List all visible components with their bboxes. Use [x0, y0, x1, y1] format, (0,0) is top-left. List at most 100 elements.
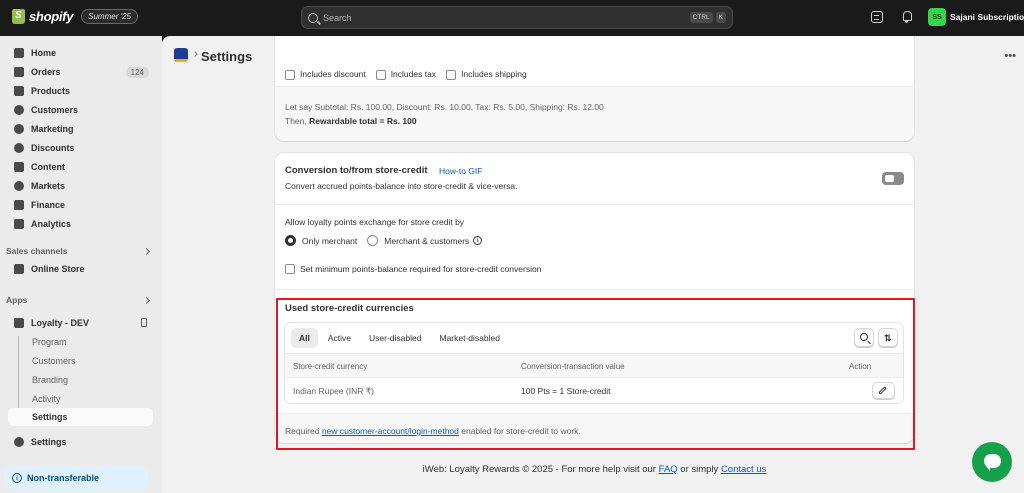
checkbox-label: Includes tax: [390, 69, 437, 79]
sidebar-subitem-branding[interactable]: Branding: [8, 371, 153, 389]
loyalty-app-icon: [14, 318, 24, 328]
sidebar-item-label: Marketing: [31, 124, 74, 134]
content-icon: [14, 162, 24, 172]
pin-icon[interactable]: [141, 318, 147, 327]
checkbox[interactable]: [375, 69, 386, 80]
finance-icon: [14, 200, 24, 210]
info-icon: i: [12, 473, 22, 483]
sidebar-subitem-program[interactable]: Program: [8, 333, 153, 351]
radio-label-merchant-customers: Merchant & customers: [384, 235, 470, 246]
sidebar-item-products[interactable]: Products: [8, 82, 153, 100]
sidebar-item-orders[interactable]: Orders 124: [8, 63, 153, 81]
bell-icon[interactable]: [901, 11, 913, 23]
example-line: Let say Subtotal: Rs. 100.00, Discount: …: [285, 102, 604, 112]
markets-icon: [14, 181, 24, 191]
sidebar-item-markets[interactable]: Markets: [8, 177, 153, 195]
more-actions-icon[interactable]: •••: [1004, 50, 1016, 62]
search-icon: [308, 12, 318, 23]
chevron-right-icon[interactable]: [142, 247, 151, 256]
page-title: Settings: [201, 49, 253, 64]
min-balance-checkbox[interactable]: [285, 264, 295, 274]
sidebar-subitem-settings[interactable]: Settings: [8, 408, 153, 426]
apps-label: Apps: [6, 295, 28, 305]
contact-us-link[interactable]: Contact us: [721, 464, 766, 475]
orders-icon: [14, 67, 24, 77]
rewardable-total: Rewardable total = Rs. 100: [309, 116, 417, 126]
shopify-logo[interactable]: shopify Summer '25: [12, 9, 138, 24]
info-icon[interactable]: i: [473, 236, 483, 245]
customers-icon: [14, 105, 24, 115]
includes-discount-option[interactable]: Includes discount: [285, 69, 366, 80]
marketing-icon: [14, 124, 24, 134]
shopify-bag-icon: [12, 9, 25, 24]
radio-merchant-customers[interactable]: [367, 235, 379, 246]
avatar: SS: [928, 8, 946, 26]
highlight-box: [276, 298, 915, 450]
sidebar-item-label: Loyalty - DEV: [31, 318, 90, 328]
sidebar-item-loyalty-dev[interactable]: Loyalty - DEV: [8, 314, 153, 332]
sidebar-item-label: Discounts: [31, 143, 75, 153]
top-bar: shopify Summer '25 CTRL K SS Sajani Subs…: [0, 0, 1024, 36]
sidebar-item-label: Settings: [31, 437, 67, 447]
sidebar-item-home[interactable]: Home: [8, 44, 153, 62]
shortcut-ctrl-key: CTRL: [689, 12, 713, 23]
sidebar-item-settings[interactable]: Settings: [8, 433, 153, 451]
checkbox[interactable]: [446, 69, 457, 80]
orders-count-badge: 124: [125, 66, 149, 78]
chevron-right-icon[interactable]: [142, 296, 151, 305]
min-balance-label: Set minimum points-balance required for …: [300, 264, 542, 274]
footer-middle: or simply: [677, 464, 721, 475]
sidebar-subitem-activity[interactable]: Activity: [8, 390, 153, 408]
discounts-icon: [14, 143, 24, 153]
shortcut-k-key: K: [715, 12, 726, 23]
conversion-title: Conversion to/from store-credit: [285, 165, 428, 176]
sidebar-item-online-store[interactable]: Online Store: [8, 260, 153, 278]
online-store-icon: [14, 264, 24, 274]
sidebar-item-customers[interactable]: Customers: [8, 101, 153, 119]
divider: [275, 204, 914, 205]
checkbox-label: Includes shipping: [461, 69, 527, 79]
sidebar-item-label: Orders: [31, 67, 61, 77]
sidebar-item-finance[interactable]: Finance: [8, 196, 153, 214]
sidebar-item-label: Analytics: [31, 219, 72, 229]
chat-icon: [984, 454, 1001, 471]
rewardable-total-card: Includes discount Includes tax Includes …: [275, 36, 914, 141]
conversion-toggle[interactable]: [882, 172, 904, 185]
chevron-right-icon: [192, 51, 198, 57]
products-icon: [14, 86, 24, 96]
sidebar-item-discounts[interactable]: Discounts: [8, 139, 153, 157]
sidebar-subitem-customers[interactable]: Customers: [8, 352, 153, 370]
radio-only-merchant[interactable]: [285, 235, 296, 246]
main-content: Settings ••• Includes discount Includes …: [162, 36, 1024, 493]
plan-status-banner[interactable]: i Non-transferable: [4, 466, 148, 490]
sidebar-item-label: Markets: [31, 181, 66, 191]
footer-text: iWeb: Loyalty Rewards © 2025 - For more …: [422, 464, 659, 475]
checkbox[interactable]: [285, 69, 295, 80]
edition-badge[interactable]: Summer '25: [81, 9, 138, 24]
sidebar-item-analytics[interactable]: Analytics: [8, 215, 153, 233]
chat-button[interactable]: [972, 442, 1012, 482]
sidebar-item-content[interactable]: Content: [8, 158, 153, 176]
includes-shipping-option[interactable]: Includes shipping: [446, 69, 527, 80]
checkbox-label: Includes discount: [300, 69, 366, 79]
faq-link[interactable]: FAQ: [659, 464, 678, 475]
store-icon[interactable]: [871, 11, 883, 23]
sidebar: Home Orders 124 Products Customers Market…: [0, 36, 162, 493]
search-bar[interactable]: CTRL K: [301, 6, 733, 29]
sales-channels-label: Sales channels: [6, 246, 68, 256]
app-logo-icon[interactable]: [174, 48, 188, 62]
user-name: Sajani Subscription: [950, 12, 1024, 22]
search-input[interactable]: [323, 12, 687, 23]
brand-name: shopify: [29, 9, 74, 24]
plan-status-label: Non-transferable: [27, 473, 100, 483]
user-menu[interactable]: SS Sajani Subscription: [928, 8, 1024, 26]
sidebar-item-label: Finance: [31, 200, 66, 210]
divider: [275, 289, 914, 290]
then-prefix: Then,: [285, 116, 310, 126]
includes-tax-option[interactable]: Includes tax: [375, 69, 437, 80]
home-icon: [14, 48, 24, 58]
sidebar-item-label: Customers: [31, 105, 79, 115]
sidebar-item-label: Online Store: [31, 264, 85, 274]
sidebar-item-marketing[interactable]: Marketing: [8, 120, 153, 138]
howto-gif-link[interactable]: How-to GIF: [439, 166, 482, 176]
